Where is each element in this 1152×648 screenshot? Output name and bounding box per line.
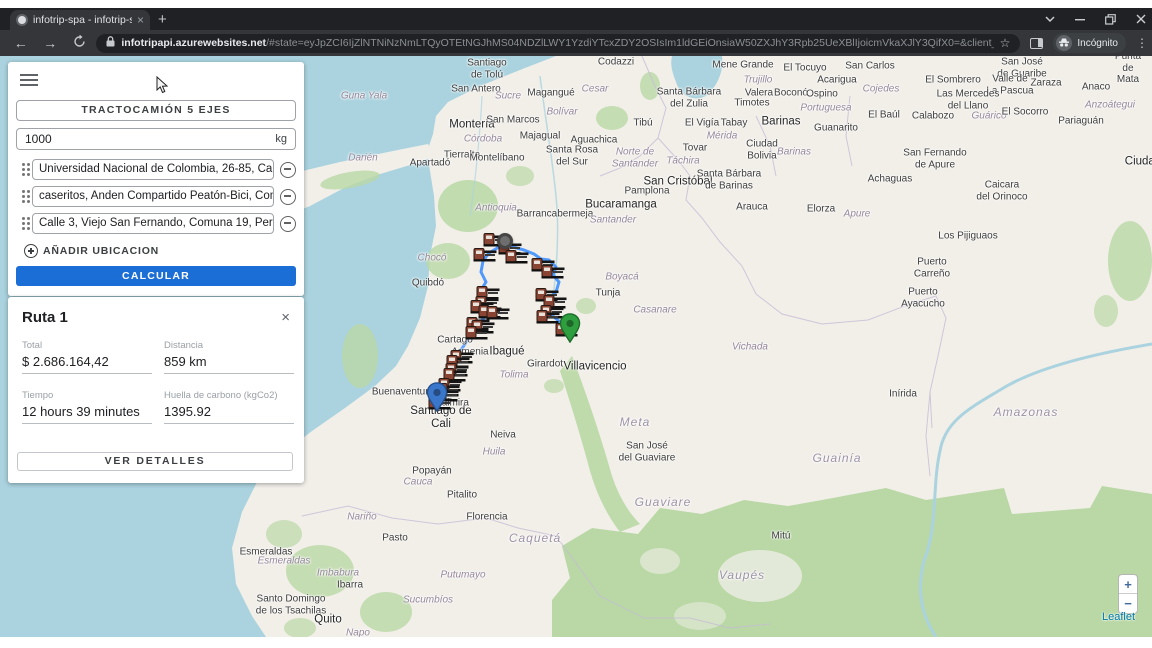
distance-value: 859 km bbox=[164, 354, 294, 374]
weight-unit-label: kg bbox=[275, 133, 287, 145]
carbon-value: 1395.92 bbox=[164, 404, 294, 424]
remove-location-icon[interactable] bbox=[280, 216, 296, 232]
leaflet-attribution-link[interactable]: Leaflet bbox=[1102, 611, 1135, 623]
carbon-field: Huella de carbono (kgCo2) 1395.92 bbox=[164, 390, 294, 424]
time-label: Tiempo bbox=[22, 390, 152, 401]
drag-handle-icon[interactable] bbox=[16, 217, 30, 230]
forward-button[interactable]: → bbox=[41, 35, 58, 51]
location-row: Universidad Nacional de Colombia, 26-85,… bbox=[16, 159, 296, 180]
window-top-margin bbox=[0, 0, 1152, 8]
location-input-1[interactable]: Universidad Nacional de Colombia, 26-85,… bbox=[32, 159, 274, 180]
browser-tab[interactable]: infotrip-spa - infotrip-spa × bbox=[10, 10, 150, 30]
restore-icon[interactable] bbox=[1105, 14, 1116, 25]
favicon-icon bbox=[16, 14, 28, 26]
remove-location-icon[interactable] bbox=[280, 189, 296, 205]
browser-toolbar: ← → infotripapi.azurewebsites.net/#state… bbox=[0, 30, 1152, 56]
hamburger-menu-icon[interactable] bbox=[20, 74, 38, 86]
route-card-title: Ruta 1 bbox=[22, 309, 68, 326]
tab-title: infotrip-spa - infotrip-spa bbox=[33, 14, 132, 26]
distance-label: Distancia bbox=[164, 340, 294, 351]
route-start-marker[interactable] bbox=[497, 233, 513, 249]
plus-circle-icon bbox=[24, 244, 38, 258]
calculate-button[interactable]: CALCULAR bbox=[16, 266, 296, 286]
drag-handle-icon[interactable] bbox=[16, 190, 30, 203]
carbon-label: Huella de carbono (kgCo2) bbox=[164, 390, 294, 401]
incognito-label: Incógnito bbox=[1077, 38, 1118, 49]
address-bar[interactable]: infotripapi.azurewebsites.net/#state=eyJ… bbox=[96, 34, 1020, 53]
weight-field[interactable]: 1000 kg bbox=[16, 128, 296, 150]
add-location-label: AÑADIR UBICACION bbox=[43, 245, 159, 257]
route-result-card: Ruta 1 × Total $ 2.686.164,42 Distancia … bbox=[8, 297, 304, 483]
tab-close-icon[interactable]: × bbox=[137, 13, 144, 27]
location-row: caseritos, Anden Compartido Peatón-Bici,… bbox=[16, 186, 296, 207]
url-path: /#state=eyJpZCI6IjZlNTNiNzNmLTQyOTEtNGJh… bbox=[266, 37, 994, 49]
remove-location-icon[interactable] bbox=[280, 162, 296, 178]
new-tab-button[interactable]: + bbox=[158, 11, 167, 29]
truck-marker[interactable] bbox=[473, 247, 497, 263]
browser-menu-icon[interactable]: ⋮ bbox=[1136, 36, 1148, 50]
reload-button[interactable] bbox=[71, 35, 88, 51]
lock-icon bbox=[106, 34, 115, 52]
vehicle-type-button[interactable]: TRACTOCAMIÓN 5 EJES bbox=[16, 100, 296, 121]
distance-field: Distancia 859 km bbox=[164, 340, 294, 374]
location-input-2[interactable]: caseritos, Anden Compartido Peatón-Bici,… bbox=[32, 186, 274, 207]
tab-bar: infotrip-spa - infotrip-spa × + bbox=[0, 8, 1152, 30]
time-value: 12 hours 39 minutes bbox=[22, 404, 152, 424]
tab-search-chevron-icon[interactable] bbox=[1045, 16, 1055, 22]
close-window-icon[interactable] bbox=[1136, 14, 1146, 24]
drag-handle-icon[interactable] bbox=[16, 163, 30, 176]
total-label: Total bbox=[22, 340, 152, 351]
destination-pin-blue[interactable] bbox=[426, 382, 448, 412]
browser-window: infotrip-spa - infotrip-spa × + ← → info… bbox=[0, 0, 1152, 648]
mouse-cursor bbox=[156, 76, 168, 99]
total-field: Total $ 2.686.164,42 bbox=[22, 340, 152, 374]
close-route-card-icon[interactable]: × bbox=[281, 309, 290, 326]
url-domain: infotripapi.azurewebsites.net bbox=[121, 37, 266, 49]
back-button[interactable]: ← bbox=[12, 35, 29, 51]
truck-marker[interactable] bbox=[541, 264, 565, 280]
truck-marker[interactable] bbox=[505, 249, 529, 265]
incognito-icon bbox=[1056, 35, 1072, 51]
window-bottom-margin bbox=[0, 637, 1152, 648]
zoom-in-button[interactable]: + bbox=[1119, 575, 1137, 594]
truck-marker[interactable] bbox=[465, 325, 489, 341]
total-value: $ 2.686.164,42 bbox=[22, 354, 152, 374]
map-canvas[interactable]: Santiago de TolúSan AnteroSucreMaganguéC… bbox=[0, 56, 1152, 637]
time-field: Tiempo 12 hours 39 minutes bbox=[22, 390, 152, 424]
destination-pin-green[interactable] bbox=[559, 313, 581, 343]
weight-value[interactable]: 1000 bbox=[25, 132, 275, 146]
incognito-badge: Incógnito bbox=[1053, 33, 1126, 53]
map-zoom-control: + − bbox=[1118, 574, 1138, 614]
bookmark-star-icon[interactable]: ☆ bbox=[1000, 36, 1011, 50]
location-row: Calle 3, Viejo San Fernando, Comuna 19, … bbox=[16, 213, 296, 234]
add-location-button[interactable]: AÑADIR UBICACION bbox=[24, 244, 296, 258]
location-input-3[interactable]: Calle 3, Viejo San Fernando, Comuna 19, … bbox=[32, 213, 274, 234]
view-details-button[interactable]: VER DETALLES bbox=[17, 452, 293, 471]
minimize-icon[interactable] bbox=[1075, 14, 1085, 24]
side-panel-icon[interactable] bbox=[1030, 38, 1043, 49]
url-text: infotripapi.azurewebsites.net/#state=eyJ… bbox=[121, 37, 993, 49]
